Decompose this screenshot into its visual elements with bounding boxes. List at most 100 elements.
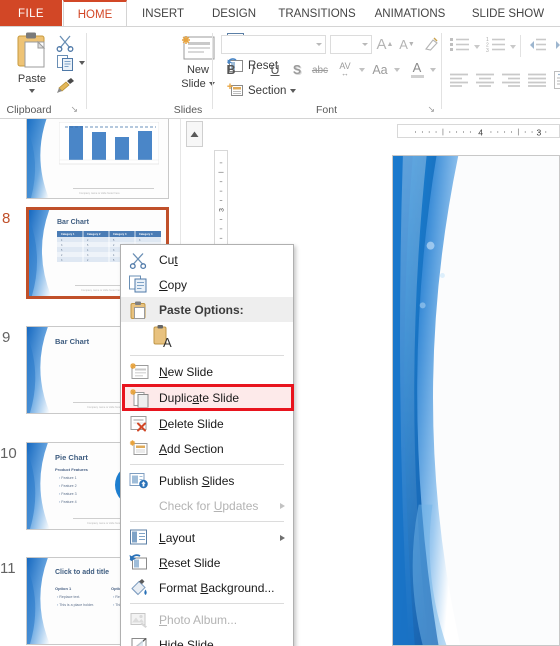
character-spacing-button[interactable]: AV ↔	[334, 59, 356, 79]
scissors-icon	[56, 35, 74, 52]
menu-separator	[130, 464, 284, 465]
slide-footer: Company name or slide footer here	[81, 289, 122, 292]
tab-animations[interactable]: ANIMATIONS	[365, 0, 455, 27]
ribbon-group-clipboard: Paste Clipboard ↘	[0, 27, 86, 119]
tab-transitions[interactable]: TRANSITIONS	[272, 0, 362, 27]
font-color-swatch	[410, 75, 424, 78]
menu-item-label: Duplicate Slide	[159, 390, 240, 405]
increase-font-size-button[interactable]: A ▲	[376, 35, 394, 54]
character-spacing-dropdown-arrow[interactable]	[359, 68, 365, 72]
menu-item-label: Format Background...	[159, 580, 275, 595]
menu-item-delete-slide[interactable]: Delete Slide	[121, 411, 293, 436]
menu-item-photo-album: Photo Album...	[121, 607, 293, 632]
change-case-dropdown-arrow[interactable]	[394, 68, 400, 72]
align-left-icon	[450, 73, 468, 87]
menu-item-label: Publish Slides	[159, 473, 235, 488]
columns-button[interactable]	[554, 71, 560, 94]
tab-insert[interactable]: INSERT	[130, 0, 196, 27]
italic-button[interactable]: I	[245, 61, 261, 79]
tab-design[interactable]: DESIGN	[199, 0, 269, 27]
menu-item-reset-slide[interactable]: Reset Slide	[121, 550, 293, 575]
thumbnail-item[interactable]: Company name or slide footer here	[0, 119, 180, 200]
font-color-button[interactable]: A	[409, 59, 425, 79]
align-center-button[interactable]	[476, 73, 494, 92]
numbering-dropdown-arrow[interactable]	[510, 45, 516, 49]
strikethrough-button[interactable]: abc	[309, 61, 331, 79]
font-name-combobox[interactable]	[221, 35, 326, 54]
bar-chart-graphic	[59, 122, 159, 165]
font-color-dropdown-arrow[interactable]	[430, 68, 436, 72]
new-slide-label-line2: Slide	[181, 78, 206, 90]
bullets-button[interactable]	[450, 37, 470, 58]
menu-item-publish-slides[interactable]: Publish Slides	[121, 468, 293, 493]
paste-icon	[17, 32, 46, 68]
menu-item-duplicate-slide-wrapper[interactable]: Duplicate Slide	[121, 384, 294, 411]
copy-icon	[57, 55, 73, 71]
slide-bullet: ▪ Feature 1	[59, 476, 77, 480]
paste-keep-text-icon[interactable]: A	[151, 324, 177, 355]
font-size-combobox[interactable]	[330, 35, 372, 54]
change-case-button[interactable]: Aa	[370, 61, 390, 79]
bullets-dropdown-arrow[interactable]	[474, 45, 480, 49]
format-painter-button[interactable]	[56, 77, 76, 100]
copy-button[interactable]	[57, 55, 75, 77]
menu-item-label: Reset Slide	[159, 555, 221, 570]
align-left-button[interactable]	[450, 73, 468, 92]
justify-button[interactable]	[528, 73, 546, 92]
decrease-font-size-button[interactable]: A ▼	[398, 35, 416, 54]
increase-indent-button[interactable]	[554, 37, 560, 58]
ribbon-group-font: A ▲ A ▼ B I U S abc AV ↔ Aa A Font ↘	[213, 27, 440, 119]
underline-button[interactable]: U	[267, 61, 283, 79]
submenu-arrow-icon	[280, 534, 285, 541]
copy-dropdown-arrow[interactable]	[79, 61, 85, 65]
font-name-dropdown-arrow[interactable]	[316, 43, 322, 46]
tab-slide-show[interactable]: SLIDE SHOW	[460, 0, 556, 27]
bold-button[interactable]: B	[223, 61, 239, 79]
paste-options-row[interactable]: A	[121, 322, 293, 352]
slide-number-10: 10	[0, 445, 17, 462]
align-center-icon	[476, 73, 494, 87]
svg-text:3: 3	[219, 208, 226, 212]
font-dialog-launcher[interactable]: ↘	[427, 104, 435, 115]
menu-item-copy[interactable]: Copy	[121, 272, 293, 297]
hide-slide-icon	[129, 635, 150, 646]
menu-item-format-background[interactable]: Format Background...	[121, 575, 293, 600]
footer-rule	[73, 188, 154, 189]
menu-item-layout[interactable]: Layout	[121, 525, 293, 550]
font-size-dropdown-arrow[interactable]	[362, 43, 368, 46]
align-right-button[interactable]	[502, 73, 520, 92]
ribbon: Paste Clipboard ↘ New Slide Reset Sectio…	[0, 27, 560, 119]
increase-indent-icon	[556, 41, 560, 49]
new-slide-icon	[129, 362, 150, 381]
menu-item-add-section[interactable]: Add Section	[121, 436, 293, 461]
svg-text:Category 2: Category 2	[87, 232, 101, 236]
text-shadow-button[interactable]: S	[289, 61, 305, 79]
layout-icon	[129, 528, 150, 547]
tab-home[interactable]: HOME	[63, 0, 127, 27]
publish-slides-icon	[129, 471, 150, 490]
menu-separator	[130, 603, 284, 604]
clear-formatting-button[interactable]	[423, 35, 439, 54]
vertical-ruler: 3	[214, 150, 228, 258]
cut-button[interactable]	[56, 33, 75, 57]
numbering-button[interactable]: 123	[486, 37, 506, 58]
paste-button[interactable]: Paste	[8, 31, 56, 99]
collapse-pane-button[interactable]	[186, 121, 203, 147]
menu-item-cut[interactable]: Cut	[121, 247, 293, 272]
slide-context-menu[interactable]: Cut Copy Paste Options: A New Slide Dupl…	[120, 244, 294, 646]
menu-item-hide-slide[interactable]: Hide Slide	[121, 632, 293, 646]
slide-thumbnail-7[interactable]: Company name or slide footer here	[26, 119, 169, 199]
italic-icon: I	[251, 63, 255, 77]
slide-editing-canvas[interactable]	[392, 155, 560, 646]
tab-file[interactable]: FILE	[0, 0, 62, 27]
svg-text:Category 3: Category 3	[113, 232, 127, 236]
decrease-indent-button[interactable]	[528, 37, 546, 58]
justify-icon	[528, 73, 546, 87]
menu-item-duplicate-slide[interactable]: Duplicate Slide	[121, 384, 293, 411]
chevron-up-icon	[190, 131, 199, 137]
paste-dropdown-arrow[interactable]	[29, 89, 35, 93]
menu-item-new-slide[interactable]: New Slide	[121, 359, 293, 384]
decrease-font-size-icon: A	[399, 37, 408, 52]
clipboard-dialog-launcher[interactable]: ↘	[70, 104, 78, 115]
menu-item-label: Hide Slide	[159, 637, 214, 646]
